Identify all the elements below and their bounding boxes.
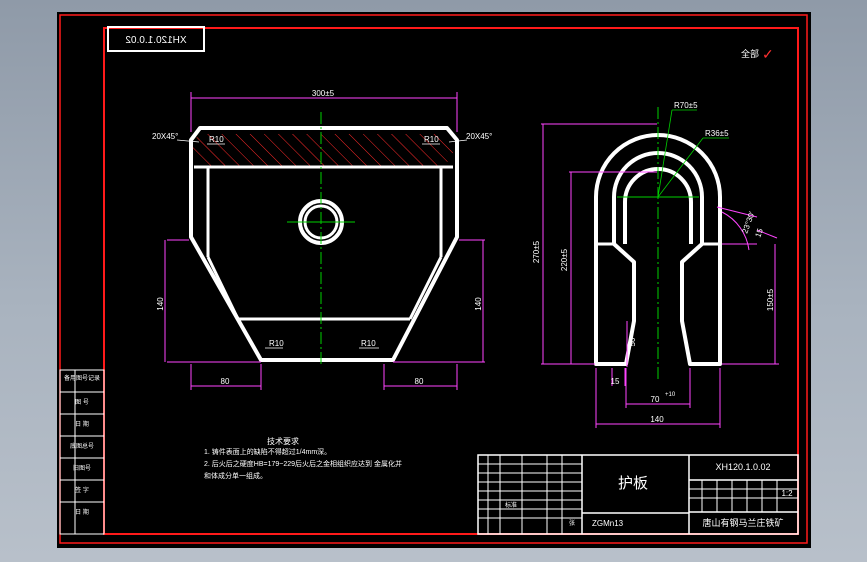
cad-window: XH120.1.0.02 全部 ✓ 300±5 20X45° 20X45° R1…	[0, 0, 867, 562]
radius-top-left: R10	[209, 135, 224, 144]
strip-item-0: 备用图号记录	[64, 374, 100, 382]
radius-bottom-left: R10	[269, 339, 284, 348]
dim-bottom-left: 80	[221, 377, 230, 386]
technical-notes: 技术要求 1. 铸件表面上的缺陷不得超过1/4mm深。 2. 后火后之硬度HB=…	[204, 436, 402, 480]
title-block: 标准 张 护板 ZGMn13 XH120.1.0.02 1:2 唐山有钢马兰庄铁…	[477, 454, 799, 535]
roughness-symbol: ✓	[762, 46, 774, 62]
radius-top-right: R10	[424, 135, 439, 144]
cell-label2: 张	[569, 519, 575, 527]
roughness-label: 全部	[741, 48, 759, 59]
dim-right-height: 150±5	[766, 288, 775, 311]
scale: 1:2	[781, 489, 793, 498]
radius-bottom-right: R10	[361, 339, 376, 348]
dim-slot-tol: +10	[665, 392, 676, 398]
side-view: R70±5 R36±5 270±5 220±5 150±5 23°30′ 15 …	[532, 101, 779, 428]
strip-item-6: 日 期	[75, 508, 89, 516]
dim-height-left: 140	[156, 297, 165, 311]
strip-item-2: 日 期	[75, 420, 89, 428]
dim-r-outer: R70±5	[674, 101, 698, 110]
material: ZGMn13	[592, 519, 624, 528]
drawing-number: XH120.1.0.02	[715, 462, 770, 472]
notes-line3: 和体成分单一组成。	[204, 471, 267, 480]
notes-line1: 1. 铸件表面上的缺陷不得超过1/4mm深。	[204, 447, 331, 456]
left-strip: 备用图号记录 图 号 日 期 底图总号 旧图号 签 字 日 期	[59, 369, 105, 535]
dim-r-inner: R36±5	[705, 129, 729, 138]
dim-height-right: 140	[474, 297, 483, 311]
dim-slot-width: 70	[651, 395, 660, 404]
code-box-text: XH120.1.0.02	[125, 35, 187, 46]
dim-bottom-right: 80	[415, 377, 424, 386]
dim-slot-depth: 50	[628, 337, 637, 346]
part-name: 护板	[618, 474, 648, 492]
chamfer-left: 20X45°	[152, 132, 178, 141]
cell-label: 标准	[505, 501, 517, 509]
front-view: 300±5 20X45° 20X45° R10 R10 R10 R10 140 …	[152, 89, 492, 390]
strip-item-5: 签 字	[75, 486, 89, 494]
strip-item-3: 底图总号	[70, 442, 94, 450]
dim-inner-height: 220±5	[560, 248, 569, 271]
notes-title: 技术要求	[267, 436, 299, 446]
notes-line2: 2. 后火后之硬度HB=179~229后火后之金相组织应达到 金属化并	[204, 459, 402, 468]
hatched-section	[188, 134, 457, 166]
dim-total-height: 270±5	[532, 240, 541, 263]
dim-slot-small: 15	[611, 377, 620, 386]
drawing-sheet: XH120.1.0.02 全部 ✓ 300±5 20X45° 20X45° R1…	[59, 14, 808, 544]
strip-item-4: 旧图号	[73, 465, 91, 472]
company-name: 唐山有钢马兰庄铁矿	[702, 517, 783, 528]
dim-step: 15	[753, 227, 765, 239]
dim-width: 300±5	[312, 89, 335, 98]
chamfer-right: 20X45°	[466, 132, 492, 141]
dim-total-width: 140	[650, 415, 664, 424]
strip-item-1: 图 号	[75, 399, 89, 406]
drawing-canvas: XH120.1.0.02 全部 ✓ 300±5 20X45° 20X45° R1…	[57, 12, 811, 548]
